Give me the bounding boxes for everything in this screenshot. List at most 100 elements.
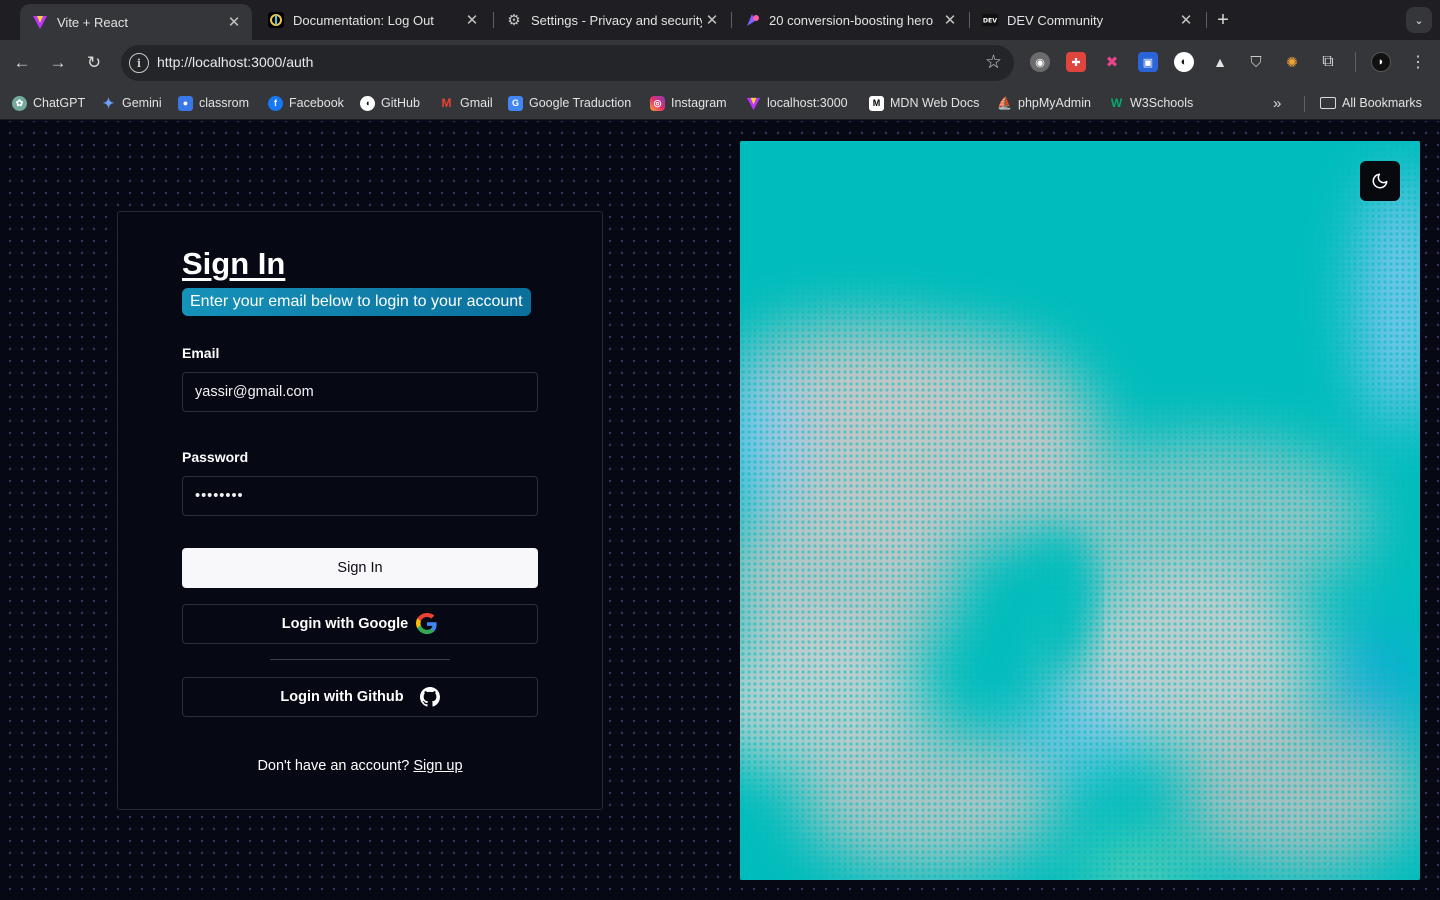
email-label: Email [182, 345, 220, 361]
bookmark-chatgpt[interactable]: ✿ ChatGPT [12, 94, 85, 112]
bookmark-gemini[interactable]: ✦ Gemini [101, 94, 162, 112]
bookmark-instagram[interactable]: ◎ Instagram [650, 94, 727, 112]
mdn-icon: M [869, 95, 884, 111]
extension-owl-icon[interactable]: ◉ [1030, 52, 1050, 72]
bookmark-gmail[interactable]: M Gmail [439, 94, 493, 112]
browser-toolbar: ← → ↻ i http://localhost:3000/auth ☆ ◉ ✚… [0, 40, 1440, 86]
login-with-google-button[interactable]: Login with Google [182, 604, 538, 644]
tab-divider [1206, 12, 1207, 28]
sign-up-link[interactable]: Sign up [413, 758, 462, 774]
github-icon [419, 687, 440, 707]
google-button-label: Login with Google [281, 616, 409, 632]
moon-icon [1371, 172, 1389, 190]
extension-colorful-icon[interactable]: ✺ [1282, 52, 1302, 72]
signup-prompt-text: Don't have an account? [257, 758, 410, 774]
extension-red-icon[interactable]: ✚ [1066, 52, 1086, 72]
tab-search-button[interactable]: ⌄ [1406, 7, 1432, 33]
menu-kebab-icon[interactable]: ⋮ [1408, 52, 1428, 72]
signup-prompt: Don't have an account? Sign up [118, 758, 602, 774]
halftone-texture-image [740, 141, 1420, 880]
all-bookmarks-label: All Bookmarks [1342, 96, 1422, 110]
github-button-label: Login with Github [280, 689, 404, 705]
sign-in-button[interactable]: Sign In [182, 548, 538, 588]
gmail-icon: M [441, 96, 452, 110]
extension-paw-icon[interactable]: ▲ [1210, 52, 1230, 72]
tab-documentation[interactable]: Documentation: Log Out ✕ [256, 6, 490, 34]
svg-text:DEV: DEV [983, 18, 997, 25]
sign-in-button-label: Sign In [337, 560, 383, 576]
github-icon: ◖ [360, 95, 375, 111]
email-field[interactable] [182, 372, 538, 412]
translate-icon: G [508, 95, 523, 111]
bookmark-label: Gemini [122, 96, 162, 110]
close-icon[interactable]: ✕ [702, 10, 722, 30]
bookmark-label: GitHub [381, 96, 420, 110]
bookmark-label: Facebook [289, 96, 344, 110]
extension-shield-icon[interactable]: ⛉ [1246, 52, 1266, 72]
w3schools-icon: W [1110, 96, 1123, 110]
login-with-github-button[interactable]: Login with Github [182, 677, 538, 717]
address-bar[interactable]: i http://localhost:3000/auth ☆ [121, 45, 1014, 81]
tab-hero-sections[interactable]: 20 conversion-boosting hero ✕ [732, 6, 968, 34]
vite-icon [746, 96, 761, 111]
facebook-icon: f [268, 95, 283, 111]
profile-avatar[interactable]: ◗ [1371, 52, 1391, 72]
bookmark-phpmyadmin[interactable]: ⛵ phpMyAdmin [997, 94, 1091, 112]
bookmark-mdn[interactable]: M MDN Web Docs [869, 94, 979, 112]
instagram-icon: ◎ [650, 95, 665, 111]
extension-white-icon[interactable]: ◐ [1174, 52, 1194, 72]
bookmark-label: W3Schools [1130, 96, 1194, 110]
tab-settings[interactable]: ⚙ Settings - Privacy and security ✕ [494, 6, 730, 34]
extension-pink-icon[interactable]: ✖ [1102, 52, 1122, 72]
bookmark-google-traduction[interactable]: G Google Traduction [508, 94, 631, 112]
all-bookmarks-button[interactable]: All Bookmarks [1320, 94, 1422, 112]
close-icon[interactable]: ✕ [462, 10, 482, 30]
new-tab-button[interactable]: + [1212, 9, 1234, 31]
subtitle: Enter your email below to login to your … [182, 288, 531, 316]
tab-title: Settings - Privacy and security [531, 12, 702, 28]
extension-blue-icon[interactable]: ▣ [1138, 52, 1158, 72]
hero-icon [744, 12, 760, 28]
auth-page: Sign In Enter your email below to login … [0, 121, 1440, 900]
bookmark-star-icon[interactable]: ☆ [985, 51, 1002, 74]
bookmark-label: ChatGPT [33, 96, 86, 110]
close-icon[interactable]: ✕ [224, 12, 244, 32]
divider [270, 659, 450, 660]
bookmark-classroom[interactable]: ● classrom [178, 94, 249, 112]
bookmark-localhost[interactable]: localhost:3000 [746, 94, 848, 112]
bookmark-label: phpMyAdmin [1018, 96, 1091, 110]
docs-icon [268, 12, 284, 28]
forward-arrow-icon[interactable]: → [45, 50, 71, 76]
bookmark-label: MDN Web Docs [890, 96, 980, 110]
extensions-puzzle-icon[interactable]: ⧉ [1318, 52, 1338, 72]
tab-dev-community[interactable]: DEV DEV Community ✕ [970, 6, 1204, 34]
bookmark-github[interactable]: ◖ GitHub [360, 94, 420, 112]
bookmarks-overflow-icon[interactable]: » [1273, 94, 1281, 112]
tab-title: DEV Community [1007, 12, 1104, 28]
bookmark-label: Gmail [460, 96, 493, 110]
bookmarks-bar: ✿ ChatGPT ✦ Gemini ● classrom f Facebook… [0, 86, 1440, 120]
gemini-icon: ✦ [102, 94, 115, 111]
hero-artwork [740, 141, 1420, 880]
tab-title: 20 conversion-boosting hero [769, 12, 934, 28]
sign-in-card: Sign In Enter your email below to login … [117, 211, 603, 810]
close-icon[interactable]: ✕ [940, 10, 960, 30]
bookmark-label: Instagram [671, 96, 727, 110]
folder-icon [1320, 97, 1336, 109]
site-info-icon[interactable]: i [129, 53, 149, 73]
chatgpt-icon: ✿ [12, 95, 27, 111]
back-arrow-icon[interactable]: ← [9, 50, 35, 76]
theme-toggle-button[interactable] [1360, 161, 1400, 201]
tab-title: Documentation: Log Out [293, 12, 434, 28]
reload-icon[interactable]: ↻ [81, 50, 107, 76]
dev-icon: DEV [982, 12, 998, 28]
password-field[interactable] [182, 476, 538, 516]
gear-icon: ⚙ [507, 12, 521, 29]
google-icon [416, 613, 438, 635]
bookmark-w3schools[interactable]: W W3Schools [1109, 94, 1193, 112]
bookmark-facebook[interactable]: f Facebook [268, 94, 344, 112]
vite-icon [32, 14, 48, 30]
url-text[interactable]: http://localhost:3000/auth [157, 54, 313, 70]
close-icon[interactable]: ✕ [1176, 10, 1196, 30]
tab-vite-react[interactable]: Vite + React ✕ [20, 4, 252, 40]
